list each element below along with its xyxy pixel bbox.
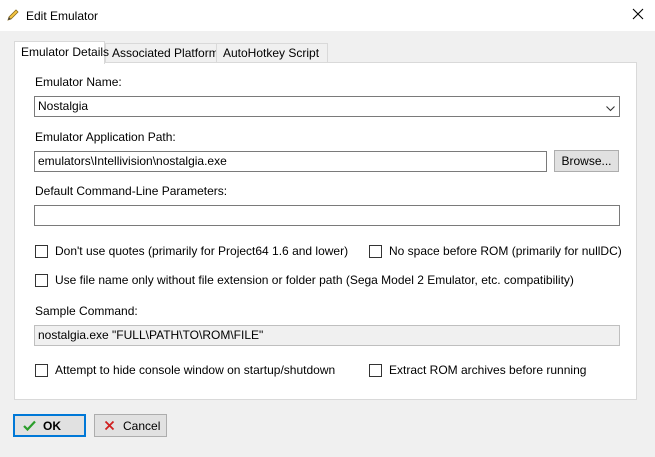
emulator-name-value: Nostalgia bbox=[38, 99, 89, 113]
cancel-label: Cancel bbox=[123, 418, 161, 433]
tab-associated-platforms[interactable]: Associated Platforms bbox=[105, 43, 230, 62]
x-icon bbox=[102, 419, 116, 433]
checkbox-box[interactable] bbox=[35, 363, 48, 377]
checkmark-icon bbox=[22, 419, 36, 433]
hide-console-label: Attempt to hide console window on startu… bbox=[55, 363, 336, 377]
tab-autohotkey-script[interactable]: AutoHotkey Script bbox=[216, 43, 328, 62]
pencil-icon bbox=[6, 8, 20, 22]
chevron-down-icon[interactable] bbox=[605, 101, 616, 112]
sample-command-field: nostalgia.exe "FULL\PATH\TO\ROM\FILE" bbox=[34, 325, 620, 346]
command-line-input[interactable] bbox=[34, 205, 620, 226]
no-space-before-rom-checkbox[interactable]: No space before ROM (primarily for nullD… bbox=[369, 244, 622, 258]
extract-rom-checkbox[interactable]: Extract ROM archives before running bbox=[369, 363, 586, 377]
checkbox-box[interactable] bbox=[35, 244, 48, 258]
file-name-only-checkbox[interactable]: Use file name only without file extensio… bbox=[35, 273, 574, 287]
emulator-name-combobox[interactable]: Nostalgia bbox=[34, 96, 620, 117]
window-title: Edit Emulator bbox=[26, 9, 99, 23]
checkbox-box[interactable] bbox=[369, 244, 382, 258]
browse-button[interactable]: Browse... bbox=[554, 150, 619, 172]
ok-button[interactable]: OK bbox=[13, 414, 86, 437]
application-path-input[interactable]: emulators\Intellivision\nostalgia.exe bbox=[34, 151, 547, 172]
no-space-before-rom-label: No space before ROM (primarily for nullD… bbox=[389, 244, 622, 258]
application-path-label: Emulator Application Path: bbox=[35, 130, 176, 144]
title-bar: Edit Emulator bbox=[0, 0, 655, 31]
tab-emulator-details[interactable]: Emulator Details bbox=[14, 41, 109, 64]
cancel-button[interactable]: Cancel bbox=[94, 414, 167, 437]
checkbox-box[interactable] bbox=[369, 363, 382, 377]
close-button[interactable] bbox=[621, 0, 655, 31]
no-quotes-label: Don't use quotes (primarily for Project6… bbox=[55, 244, 349, 258]
no-quotes-checkbox[interactable]: Don't use quotes (primarily for Project6… bbox=[35, 244, 348, 258]
hide-console-checkbox[interactable]: Attempt to hide console window on startu… bbox=[35, 363, 335, 377]
emulator-name-label: Emulator Name: bbox=[35, 75, 122, 89]
close-icon bbox=[632, 8, 644, 23]
ok-label: OK bbox=[43, 418, 61, 433]
file-name-only-label: Use file name only without file extensio… bbox=[55, 273, 574, 287]
extract-rom-label: Extract ROM archives before running bbox=[389, 363, 587, 377]
checkbox-box[interactable] bbox=[35, 273, 48, 287]
sample-command-label: Sample Command: bbox=[35, 304, 138, 318]
command-line-label: Default Command-Line Parameters: bbox=[35, 184, 228, 198]
